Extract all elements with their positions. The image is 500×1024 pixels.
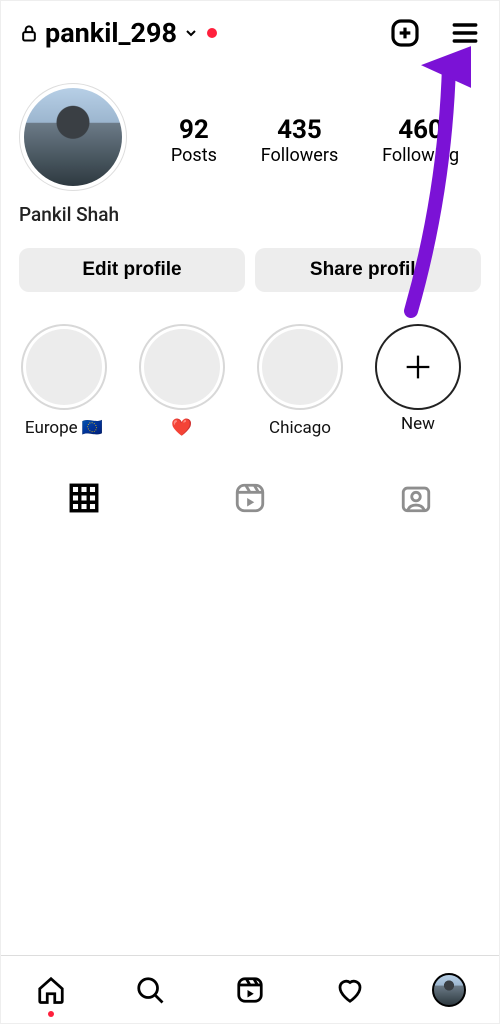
- lock-icon: [19, 21, 39, 45]
- username-text: pankil_298: [45, 17, 177, 49]
- highlight-item[interactable]: Chicago: [255, 324, 345, 438]
- hamburger-menu-icon[interactable]: [449, 17, 481, 49]
- bottom-nav: [1, 955, 499, 1023]
- tagged-tab[interactable]: [333, 481, 499, 515]
- nav-reels[interactable]: [233, 973, 267, 1007]
- nav-activity[interactable]: [333, 973, 367, 1007]
- edit-profile-button[interactable]: Edit profile: [19, 248, 245, 292]
- reels-icon: [233, 481, 267, 515]
- tagged-icon: [399, 481, 433, 515]
- chevron-down-icon: [183, 25, 199, 41]
- profile-action-buttons: Edit profile Share profile: [1, 248, 499, 302]
- grid-icon: [67, 481, 101, 515]
- posts-stat[interactable]: 92 Posts: [171, 115, 217, 166]
- search-icon: [135, 975, 165, 1005]
- username-switcher[interactable]: pankil_298: [19, 17, 389, 49]
- plus-icon: [401, 350, 435, 384]
- grid-tab[interactable]: [1, 481, 167, 515]
- home-icon: [36, 975, 66, 1005]
- nav-profile[interactable]: [432, 973, 466, 1007]
- share-profile-button[interactable]: Share profile: [255, 248, 481, 292]
- nav-search[interactable]: [133, 973, 167, 1007]
- profile-avatar[interactable]: [19, 83, 127, 191]
- nav-home[interactable]: [34, 973, 68, 1007]
- highlight-item[interactable]: Europe 🇪🇺: [19, 324, 109, 438]
- followers-stat[interactable]: 435 Followers: [261, 115, 339, 166]
- profile-header: pankil_298: [1, 1, 499, 65]
- highlight-new[interactable]: New: [373, 324, 463, 438]
- notification-dot: [207, 28, 217, 38]
- reels-icon: [235, 975, 265, 1005]
- highlight-item[interactable]: ❤️: [137, 324, 227, 438]
- create-icon[interactable]: [389, 17, 421, 49]
- profile-stats-row: 92 Posts 435 Followers 460 Following: [1, 65, 499, 199]
- reels-tab[interactable]: [167, 481, 333, 515]
- notification-dot: [48, 1011, 54, 1017]
- story-highlights: Europe 🇪🇺 ❤️ Chicago New: [1, 302, 499, 438]
- heart-icon: [335, 975, 365, 1005]
- following-stat[interactable]: 460 Following: [382, 115, 459, 166]
- display-name: Pankil Shah: [1, 199, 499, 248]
- profile-content-tabs: [1, 468, 499, 528]
- avatar-icon: [432, 973, 466, 1007]
